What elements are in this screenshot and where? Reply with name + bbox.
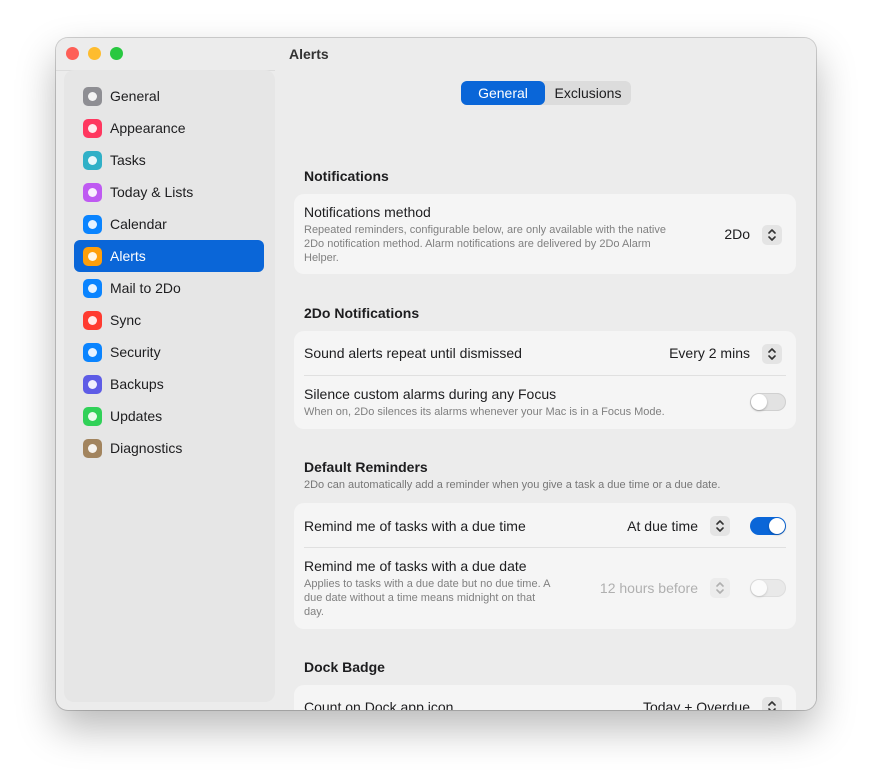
section-title-default-reminders: Default Reminders [304,459,428,475]
sound-repeat-popup-button[interactable] [762,344,782,364]
2do-notifications-card: Sound alerts repeat until dismissed Ever… [294,331,796,429]
sidebar-item-label: Appearance [110,120,186,136]
due-date-toggle[interactable] [750,579,786,597]
sidebar-item-label: Updates [110,408,163,424]
chevron-updown-icon [768,348,776,360]
zoom-window-button[interactable] [110,47,123,60]
toggle-knob [769,518,785,534]
minimize-window-button[interactable] [88,47,101,60]
close-window-button[interactable] [66,47,79,60]
silence-focus-label: Silence custom alarms during any Focus [304,386,557,402]
sidebar-item-label: Security [110,344,161,360]
notifications-method-popup-button[interactable] [762,225,782,245]
default-reminders-card: Remind me of tasks with a due time At du… [294,503,796,629]
toggle-knob [751,580,767,596]
silence-focus-toggle[interactable] [750,393,786,411]
sidebar-item-appearance[interactable]: Appearance [74,112,264,144]
due-date-value: 12 hours before [599,580,698,596]
clock-icon [83,375,102,394]
section-title-dock-badge: Dock Badge [304,659,385,675]
due-date-popup-button [710,578,730,598]
chevron-updown-icon [716,582,724,594]
sidebar-item-label: Sync [110,312,142,328]
chevron-updown-icon [768,229,776,241]
bell-icon [83,247,102,266]
toggle-knob [751,394,767,410]
sidebar-item-calendar[interactable]: Calendar [74,208,264,240]
sync-icon [83,311,102,330]
chevron-updown-icon [716,520,724,532]
calendar-icon [83,215,102,234]
sidebar-item-label: General [110,88,160,104]
gear-icon [83,87,102,106]
paintbrush-icon [83,119,102,138]
list-icon [83,183,102,202]
sound-repeat-value[interactable]: Every 2 mins [669,345,750,361]
sidebar-item-label: Backups [110,376,164,392]
sidebar-item-label: Today & Lists [110,184,194,200]
sidebar-item-backups[interactable]: Backups [74,368,264,400]
chevron-updown-icon [768,701,776,710]
preferences-window: Alerts General Appearance Tasks Today & … [56,38,816,710]
tab-control: General Exclusions [461,81,631,105]
dock-count-popup-button[interactable] [762,697,782,710]
notifications-card: Notifications method Repeated reminders,… [294,194,796,274]
dock-count-label: Count on Dock app icon [304,699,454,710]
due-time-value[interactable]: At due time [627,518,698,534]
dock-count-value[interactable]: Today + Overdue [643,699,750,710]
sidebar-item-today-lists[interactable]: Today & Lists [74,176,264,208]
sidebar-item-mail-to-2do[interactable]: Mail to 2Do [74,272,264,304]
dock-badge-card: Count on Dock app icon Today + Overdue [294,685,796,710]
silence-focus-desc: When on, 2Do silences its alarms wheneve… [304,406,665,418]
due-date-desc-line2: due date without a time means midnight o… [304,592,536,604]
sidebar-item-tasks[interactable]: Tasks [74,144,264,176]
sidebar-item-label: Alerts [110,248,146,264]
notifications-method-desc-line3: Helper. [304,252,339,264]
sidebar-item-label: Diagnostics [110,440,183,456]
section-title-2do-notifications: 2Do Notifications [304,305,420,321]
envelope-icon [83,279,102,298]
sound-repeat-label: Sound alerts repeat until dismissed [304,345,522,361]
tab-exclusions[interactable]: Exclusions [545,81,631,105]
due-date-label: Remind me of tasks with a due date [304,558,527,574]
sidebar-item-sync[interactable]: Sync [74,304,264,336]
due-date-desc-line1: Applies to tasks with a due date but no … [304,578,551,590]
window-title: Alerts [289,46,329,62]
notifications-method-label: Notifications method [304,204,431,220]
due-date-desc-line3: day. [304,606,324,618]
due-time-popup-button[interactable] [710,516,730,536]
notifications-method-desc-line1: Repeated reminders, configurable below, … [304,224,666,236]
sidebar: General Appearance Tasks Today & Lists C… [64,70,275,702]
default-reminders-desc: 2Do can automatically add a reminder whe… [304,479,721,491]
title-bar: Alerts [56,38,816,71]
sidebar-item-label: Tasks [110,152,146,168]
due-time-toggle[interactable] [750,517,786,535]
checkmark-icon [83,151,102,170]
refresh-icon [83,407,102,426]
row-divider [304,375,786,376]
due-time-label: Remind me of tasks with a due time [304,518,526,534]
section-title-notifications: Notifications [304,168,389,184]
sidebar-item-general[interactable]: General [74,80,264,112]
lock-icon [83,343,102,362]
sidebar-item-security[interactable]: Security [74,336,264,368]
stethoscope-icon [83,439,102,458]
notifications-method-value[interactable]: 2Do [724,226,750,242]
row-divider [304,547,786,548]
sidebar-item-diagnostics[interactable]: Diagnostics [74,432,264,464]
sidebar-item-label: Calendar [110,216,167,232]
alerts-pane: General Exclusions Notifications Notific… [275,70,816,710]
sidebar-item-label: Mail to 2Do [110,280,181,296]
tab-general[interactable]: General [461,81,545,105]
sidebar-item-alerts[interactable]: Alerts [74,240,264,272]
sidebar-item-updates[interactable]: Updates [74,400,264,432]
notifications-method-desc-line2: 2Do notification method. Alarm notificat… [304,238,651,250]
